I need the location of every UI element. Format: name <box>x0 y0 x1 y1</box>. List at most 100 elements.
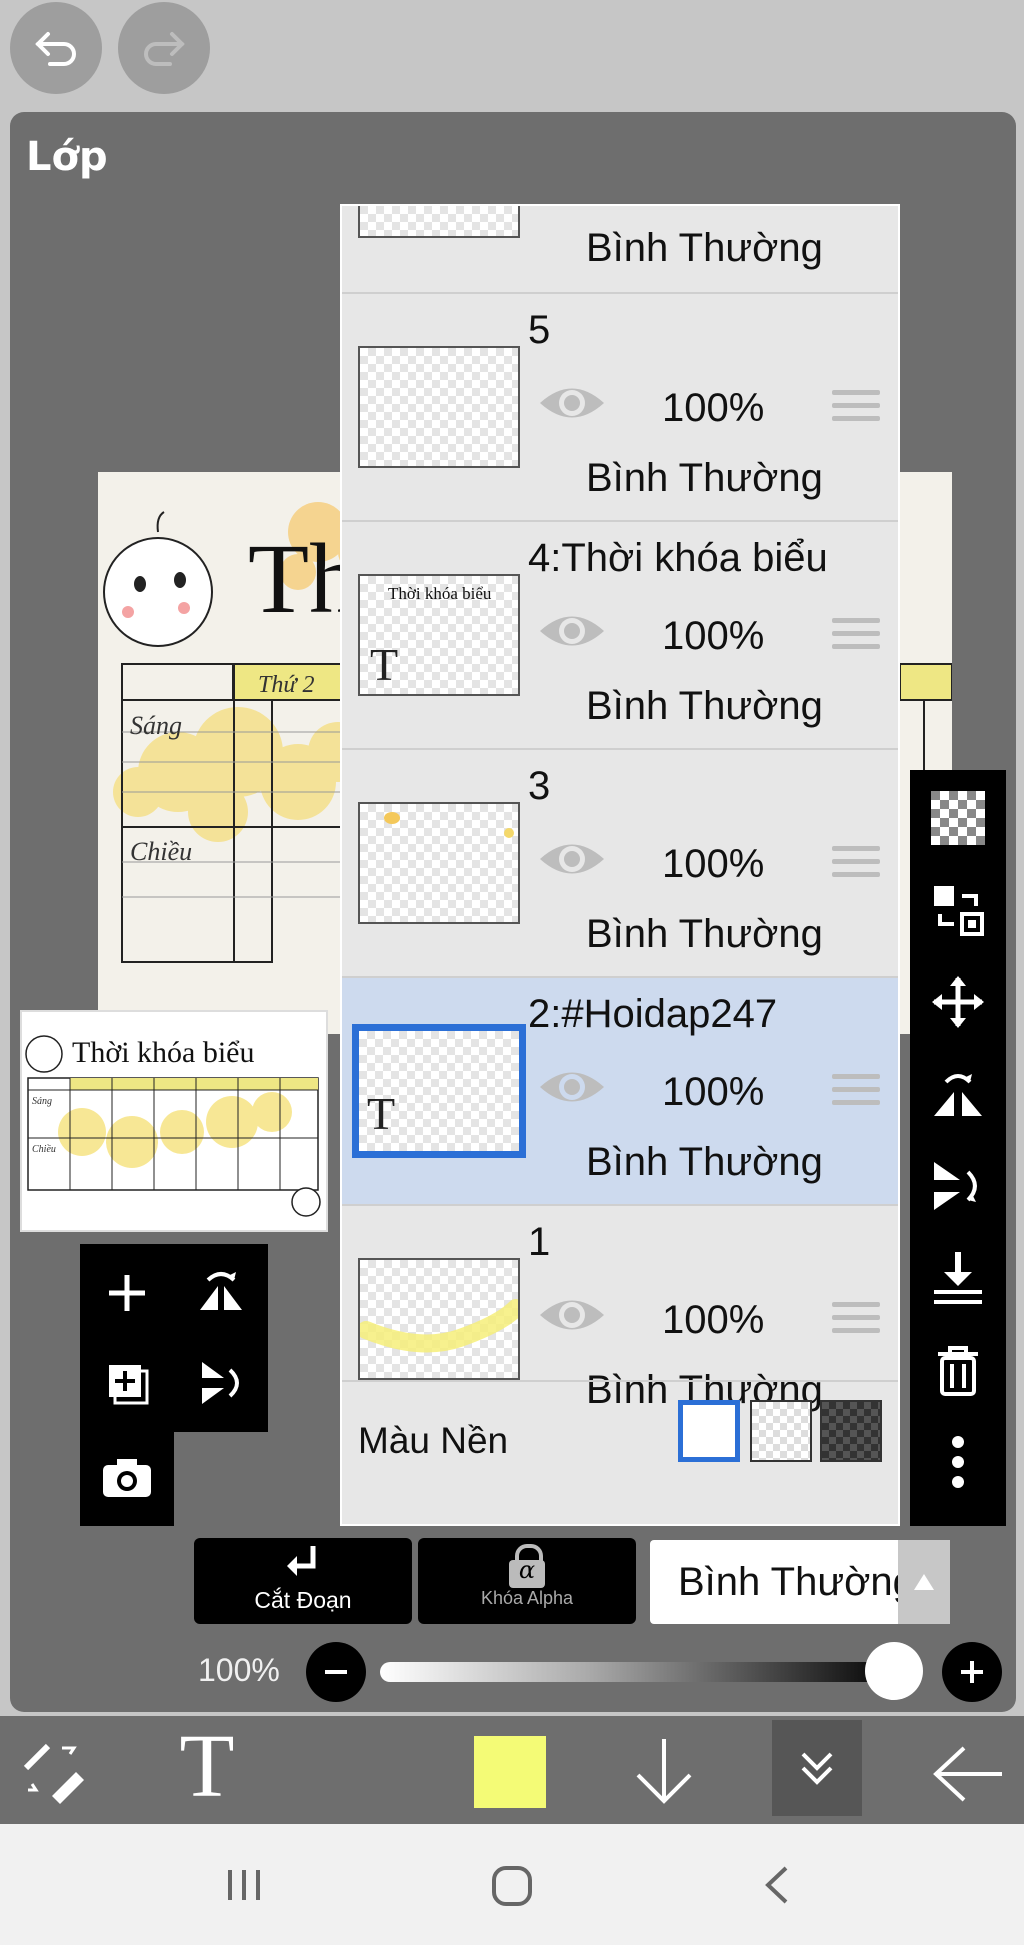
home-icon <box>492 1866 532 1906</box>
background-transparent-swatch[interactable] <box>750 1400 812 1462</box>
flip-horizontal-button[interactable] <box>928 1064 988 1124</box>
flip-vertical-button[interactable] <box>928 1156 988 1216</box>
background-white-swatch[interactable] <box>678 1400 740 1462</box>
layer-thumbnail <box>358 802 520 924</box>
text-layer-icon: T <box>367 1088 396 1139</box>
lock-icon: α <box>507 1544 547 1588</box>
eye-icon[interactable] <box>538 608 606 654</box>
clipping-button[interactable]: Cắt Đoạn <box>194 1538 412 1624</box>
move-icon <box>932 976 984 1028</box>
tool-switch-button[interactable] <box>16 1736 90 1810</box>
layer-opacity[interactable]: 100% <box>662 842 764 887</box>
opacity-increase-button[interactable] <box>942 1642 1002 1702</box>
layer-row-partial[interactable]: Bình Thường <box>342 206 898 292</box>
redo-button[interactable] <box>118 2 210 94</box>
eye-icon[interactable] <box>538 380 606 426</box>
thumbnail-text: Thời khóa biểu <box>388 584 492 603</box>
text-tool-button[interactable]: T <box>170 1722 244 1812</box>
layer-thumbnail-selected: T <box>352 1024 526 1158</box>
canvas-preview[interactable]: Thời khóa biểu Sáng Chiều <box>20 1010 328 1232</box>
clipping-label: Cắt Đoạn <box>254 1587 352 1613</box>
triangle-up-icon <box>914 1574 934 1590</box>
eye-icon[interactable] <box>538 1064 606 1110</box>
more-options-button[interactable] <box>928 1432 988 1492</box>
artwork-row-morning: Sáng <box>130 711 182 740</box>
camera-import-button[interactable] <box>94 1444 160 1510</box>
blend-mode-value: Bình Thường <box>678 1560 915 1604</box>
chevron-left-icon <box>765 1866 788 1904</box>
layer-opacity[interactable]: 100% <box>662 614 764 659</box>
drag-handle-icon[interactable] <box>832 390 880 429</box>
preview-row-afternoon: Chiều <box>32 1144 56 1155</box>
drag-handle-icon[interactable] <box>832 846 880 885</box>
blend-mode-select[interactable]: Bình Thường <box>650 1540 950 1624</box>
home-button[interactable] <box>488 1862 536 1910</box>
alpha-glyph: α <box>518 1556 536 1584</box>
copy-layer-icon <box>109 1365 149 1405</box>
layer-blend-mode[interactable]: Bình Thường <box>586 912 823 957</box>
system-back-button[interactable] <box>756 1862 802 1908</box>
opacity-label: 100% <box>198 1652 280 1688</box>
preview-row-morning: Sáng <box>32 1096 52 1107</box>
drag-handle-icon[interactable] <box>832 1302 880 1341</box>
add-layer-button[interactable] <box>94 1260 160 1326</box>
opacity-slider-track[interactable] <box>380 1662 900 1682</box>
delete-icon <box>938 1346 978 1396</box>
eye-icon[interactable] <box>538 1292 606 1338</box>
opacity-slider-thumb[interactable] <box>865 1642 923 1700</box>
alpha-lock-button[interactable]: α Khóa Alpha <box>418 1538 636 1624</box>
layer-row-4[interactable]: Thời khóa biểu T 4:Thời khóa biểu 100% B… <box>342 520 898 748</box>
layer-opacity[interactable]: 100% <box>662 1070 764 1115</box>
layer-panel-collapse-button[interactable] <box>772 1720 862 1816</box>
checkerboard-icon <box>931 791 985 845</box>
flip-vertical-rotate-button[interactable] <box>188 1350 254 1416</box>
minus-icon <box>325 1670 347 1674</box>
background-dark-swatch[interactable] <box>820 1400 882 1462</box>
undo-button[interactable] <box>10 2 102 94</box>
merge-down-button[interactable] <box>928 1248 988 1308</box>
layer-blend-mode[interactable]: Bình Thường <box>586 1140 823 1185</box>
add-copy-layer-button[interactable] <box>94 1350 160 1416</box>
pen-eraser-switch-icon <box>23 1743 84 1804</box>
layer-opacity[interactable]: 100% <box>662 1298 764 1343</box>
panel-title: Lớp <box>26 134 108 180</box>
move-layer-down-button[interactable] <box>626 1734 702 1810</box>
layer-name: 4:Thời khóa biểu <box>528 536 828 580</box>
layer-name: 5 <box>528 308 551 352</box>
background-color-label: Màu Nền <box>358 1420 509 1461</box>
drag-handle-icon[interactable] <box>832 618 880 657</box>
plus-icon <box>109 1275 145 1311</box>
move-button[interactable] <box>928 972 988 1032</box>
undo-icon <box>35 32 76 66</box>
rotate-flip-button[interactable] <box>188 1260 254 1326</box>
opacity-decrease-button[interactable] <box>306 1642 366 1702</box>
alpha-lock-label: Khóa Alpha <box>480 1588 574 1608</box>
flip-vertical-icon <box>934 1162 977 1210</box>
transform-swap-button[interactable] <box>928 880 988 940</box>
eye-icon[interactable] <box>538 836 606 882</box>
layer-row-5[interactable]: 5 100% Bình Thường <box>342 292 898 520</box>
checkerboard-button[interactable] <box>928 788 988 848</box>
artwork-col-header: Thứ 2 <box>258 672 314 698</box>
layer-list[interactable]: Bình Thường 5 100% Bình Thường Thời khóa… <box>340 204 900 1526</box>
background-color-row: Màu Nền <box>342 1380 898 1524</box>
flip-horizontal-icon <box>934 1074 982 1116</box>
delete-layer-button[interactable] <box>928 1340 988 1400</box>
back-button[interactable] <box>928 1736 1008 1812</box>
drag-handle-icon[interactable] <box>832 1074 880 1113</box>
layer-blend-mode[interactable]: Bình Thường <box>586 456 823 501</box>
layer-blend-mode[interactable]: Bình Thường <box>586 684 823 729</box>
current-color-swatch[interactable] <box>474 1736 546 1808</box>
recent-apps-icon <box>228 1870 260 1900</box>
layer-opacity[interactable]: 100% <box>662 386 764 431</box>
text-layer-icon: T <box>370 639 399 690</box>
redo-icon <box>144 32 185 66</box>
artwork-row-afternoon: Chiều <box>130 837 192 866</box>
layer-row-3[interactable]: 3 100% Bình Thường <box>342 748 898 976</box>
layer-tools-sidebar <box>910 770 1006 1526</box>
layer-row-2-selected[interactable]: T 2:#Hoidap247 100% Bình Thường <box>342 976 898 1204</box>
blend-mode-dropdown-button[interactable] <box>898 1540 950 1624</box>
clipping-icon <box>287 1546 316 1576</box>
double-chevron-down-icon <box>801 1752 833 1785</box>
recent-apps-button[interactable] <box>222 1862 268 1908</box>
